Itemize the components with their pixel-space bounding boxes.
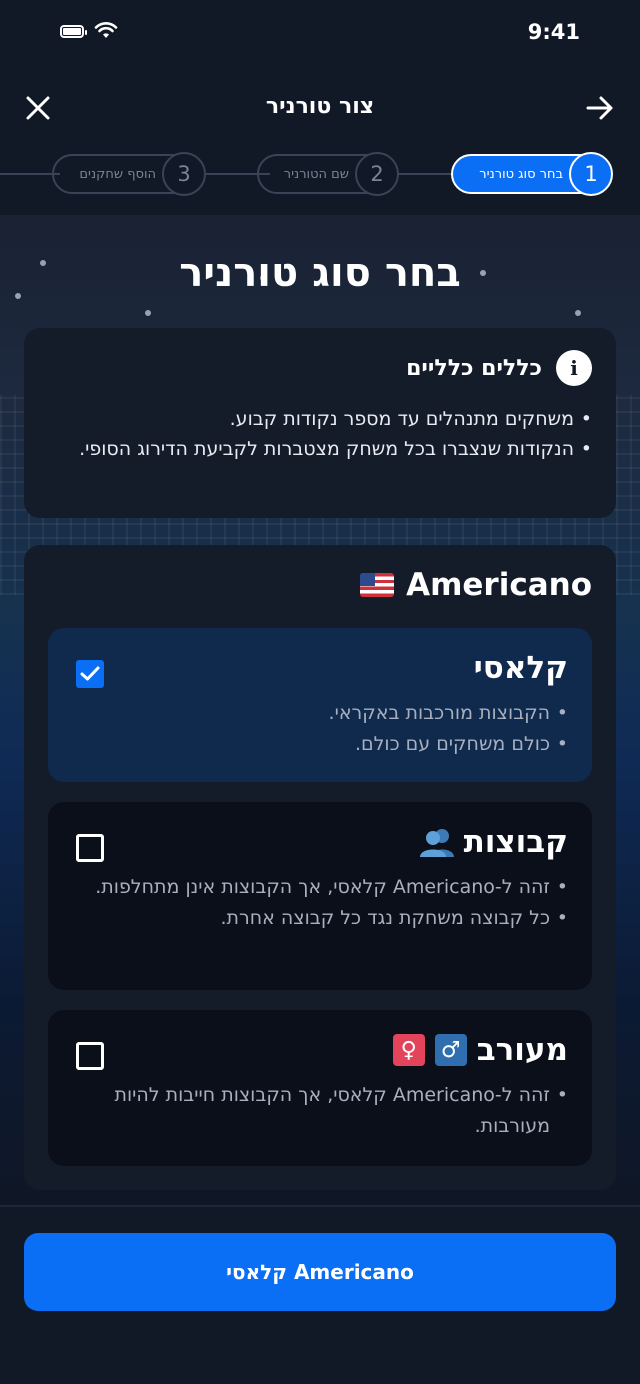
- step-number: 2: [355, 152, 399, 196]
- option-classic[interactable]: קלאסי הקבוצות מורכבות באקראי. כולם משחקי…: [48, 628, 592, 782]
- list-item: הקבוצות מורכבות באקראי.: [72, 698, 568, 729]
- option-details: זהה ל-Americano קלאסי, אך הקבוצות אינן מ…: [72, 872, 568, 934]
- footer: Americano קלאסי: [0, 1205, 640, 1384]
- step-label: בחר סוג טורניר: [479, 166, 563, 182]
- step-number: 3: [162, 152, 206, 196]
- stepper: 3 הוסף שחקנים 2 שם הטורניר 1 בחר סוג טור…: [0, 150, 640, 198]
- list-item: זהה ל-Americano קלאסי, אך הקבוצות אינן מ…: [72, 872, 568, 903]
- female-symbol-icon: ♀: [392, 1034, 425, 1066]
- list-item: כולם משחקים עם כולם.: [72, 729, 568, 760]
- status-icons: [60, 22, 118, 40]
- page-title: צור טורניר: [265, 94, 375, 119]
- option-title: מעורב: [476, 1032, 568, 1068]
- general-rules-card: i כללים כלליים משחקים מתנהלים עד מספר נק…: [24, 328, 616, 518]
- option-title: קלאסי: [473, 650, 568, 686]
- arena-light: [145, 310, 151, 316]
- general-rules-list: משחקים מתנהלים עד מספר נקודות קבוע. הנקו…: [48, 404, 592, 464]
- americano-title: Americano: [406, 567, 592, 603]
- status-bar: 9:41: [0, 0, 640, 70]
- male-symbol-icon: ♂: [434, 1034, 467, 1066]
- section-heading: בחר סוג טורניר: [179, 250, 461, 296]
- nav-bar: צור טורניר: [0, 84, 640, 134]
- step-number: 1: [569, 152, 613, 196]
- status-time: 9:41: [527, 20, 580, 44]
- step-1[interactable]: 1 בחר סוג טורניר: [451, 152, 613, 196]
- option-details: הקבוצות מורכבות באקראי. כולם משחקים עם כ…: [72, 698, 568, 760]
- option-mixed[interactable]: מעורב ♂ ♀ זהה ל-Americano קלאסי, אך הקבו…: [48, 1010, 592, 1166]
- info-icon: i: [556, 350, 592, 386]
- step-connector: [0, 173, 60, 175]
- americano-header: Americano: [360, 567, 592, 603]
- list-item: הנקודות שנצברו בכל משחק מצטברות לקביעת ה…: [48, 434, 592, 464]
- people-icon: [419, 829, 454, 857]
- option-teams[interactable]: קבוצות זהה ל-Americano קלאסי, אך הקבוצות…: [48, 802, 592, 990]
- step-3[interactable]: 3 הוסף שחקנים: [52, 152, 206, 196]
- checkbox-unchecked[interactable]: [76, 1042, 104, 1070]
- option-header: קלאסי: [72, 650, 568, 686]
- continue-button[interactable]: Americano קלאסי: [24, 1233, 616, 1311]
- step-label: שם הטורניר: [283, 166, 349, 182]
- us-flag-icon: [360, 573, 395, 597]
- wifi-icon: [94, 22, 118, 38]
- checkbox-unchecked[interactable]: [76, 834, 104, 862]
- general-rules-header: i כללים כלליים: [48, 350, 592, 386]
- step-label: הוסף שחקנים: [79, 166, 156, 182]
- option-header: מעורב ♂ ♀: [72, 1032, 568, 1068]
- battery-icon: [60, 24, 87, 38]
- list-item: משחקים מתנהלים עד מספר נקודות קבוע.: [48, 404, 592, 434]
- arena-light: [575, 310, 581, 316]
- list-item: כל קבוצה משחקת נגד כל קבוצה אחרת.: [72, 903, 568, 934]
- list-item: זהה ל-Americano קלאסי, אך הקבוצות חייבות…: [72, 1080, 568, 1142]
- general-rules-title: כללים כלליים: [406, 355, 542, 381]
- option-header: קבוצות: [72, 824, 568, 860]
- arrow-right-icon[interactable]: [584, 92, 616, 124]
- americano-card: Americano קלאסי הקבוצות מורכבות באקראי. …: [24, 545, 616, 1190]
- option-title: קבוצות: [463, 824, 568, 860]
- step-2[interactable]: 2 שם הטורניר: [257, 152, 399, 196]
- option-details: זהה ל-Americano קלאסי, אך הקבוצות חייבות…: [72, 1080, 568, 1142]
- checkbox-checked[interactable]: [76, 660, 104, 688]
